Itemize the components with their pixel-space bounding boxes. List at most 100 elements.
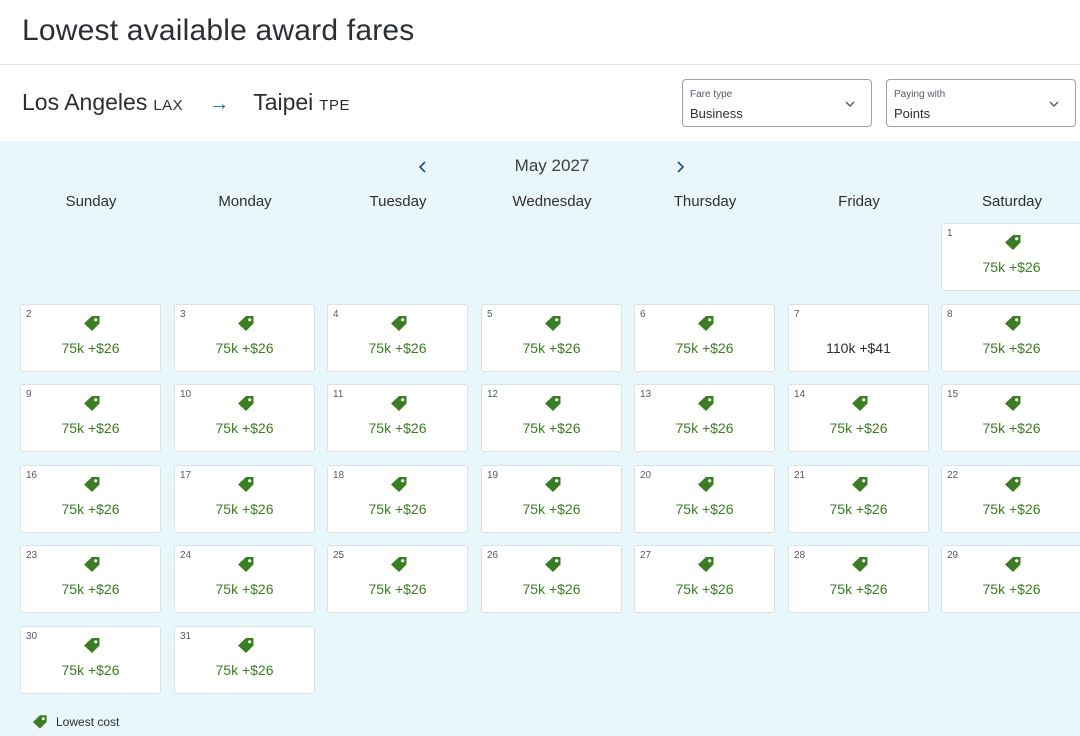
day-number: 31: [180, 631, 192, 642]
fare-price: 75k +$26: [829, 581, 888, 597]
calendar-day-cell[interactable]: 7 110k +$41: [788, 304, 929, 372]
price-tag-icon: [238, 477, 254, 492]
day-number: 10: [180, 389, 192, 400]
calendar-day-cell[interactable]: 14 75k +$26: [788, 384, 929, 452]
fare-price: 75k +$26: [982, 581, 1041, 597]
price-tag-icon: [698, 396, 714, 411]
price-tag-icon: [238, 396, 254, 411]
weekday-header: Tuesday: [369, 193, 427, 210]
calendar-day-cell[interactable]: 30 75k +$26: [20, 626, 161, 694]
previous-month-button[interactable]: [411, 155, 435, 179]
calendar-day-cell[interactable]: 5 75k +$26: [481, 304, 622, 372]
price-tag-icon: [545, 396, 561, 411]
destination-code: TPE: [319, 97, 350, 114]
fare-price: 75k +$26: [368, 340, 427, 356]
fare-price: 75k +$26: [215, 340, 274, 356]
calendar-day-cell[interactable]: 22 75k +$26: [941, 465, 1080, 533]
origin-city: Los Angeles: [22, 89, 148, 115]
price-tag-icon: [84, 638, 100, 653]
calendar-day-cell[interactable]: 11 75k +$26: [327, 384, 468, 452]
fare-price: 75k +$26: [982, 420, 1041, 436]
fare-price: 75k +$26: [522, 420, 581, 436]
day-number: 15: [947, 389, 959, 400]
day-number: 7: [794, 309, 800, 320]
next-month-button[interactable]: [668, 155, 692, 179]
weekday-header: Wednesday: [512, 193, 592, 210]
calendar-day-cell[interactable]: 2 75k +$26: [20, 304, 161, 372]
price-tag-icon: [391, 396, 407, 411]
price-tag-icon: [852, 396, 868, 411]
fare-price: 75k +$26: [61, 501, 120, 517]
fare-price: 75k +$26: [982, 501, 1041, 517]
fare-price: 75k +$26: [368, 581, 427, 597]
calendar-day-cell[interactable]: 4 75k +$26: [327, 304, 468, 372]
route-arrow-icon: →: [209, 93, 230, 115]
calendar-day-cell[interactable]: 8 75k +$26: [941, 304, 1080, 372]
fare-price: 75k +$26: [675, 420, 734, 436]
calendar-day-cell[interactable]: 16 75k +$26: [20, 465, 161, 533]
calendar-day-cell[interactable]: 13 75k +$26: [634, 384, 775, 452]
calendar-day-cell[interactable]: 19 75k +$26: [481, 465, 622, 533]
calendar-day-cell[interactable]: 3 75k +$26: [174, 304, 315, 372]
calendar-day-cell[interactable]: 25 75k +$26: [327, 545, 468, 613]
price-tag-icon: [698, 316, 714, 331]
price-tag-icon: [84, 477, 100, 492]
weekday-header: Monday: [218, 193, 272, 210]
fare-price: 75k +$26: [215, 581, 274, 597]
page-title: Lowest available award fares: [22, 14, 415, 47]
day-number: 9: [26, 389, 32, 400]
day-number: 23: [26, 550, 38, 561]
calendar-day-cell[interactable]: 15 75k +$26: [941, 384, 1080, 452]
chevron-down-icon: [1049, 101, 1059, 107]
calendar-day-cell[interactable]: 29 75k +$26: [941, 545, 1080, 613]
calendar-day-cell[interactable]: 10 75k +$26: [174, 384, 315, 452]
price-tag-icon: [391, 316, 407, 331]
price-tag-icon: [84, 396, 100, 411]
calendar-day-cell[interactable]: 28 75k +$26: [788, 545, 929, 613]
paying-with-select[interactable]: Paying with Points: [886, 79, 1076, 127]
calendar-day-cell[interactable]: 6 75k +$26: [634, 304, 775, 372]
calendar-day-cell[interactable]: 17 75k +$26: [174, 465, 315, 533]
price-tag-icon: [1005, 235, 1021, 250]
price-tag-icon: [852, 557, 868, 572]
price-tag-icon: [238, 638, 254, 653]
day-number: 29: [947, 550, 959, 561]
price-tag-icon: [545, 316, 561, 331]
calendar-day-cell[interactable]: 27 75k +$26: [634, 545, 775, 613]
day-number: 4: [333, 309, 339, 320]
calendar-day-cell[interactable]: 18 75k +$26: [327, 465, 468, 533]
fare-price: 75k +$26: [522, 581, 581, 597]
day-number: 27: [640, 550, 652, 561]
price-tag-icon: [238, 557, 254, 572]
day-number: 3: [180, 309, 186, 320]
fare-type-value: Business: [690, 106, 743, 121]
price-tag-icon: [545, 477, 561, 492]
day-number: 20: [640, 470, 652, 481]
calendar-day-cell[interactable]: 24 75k +$26: [174, 545, 315, 613]
day-number: 18: [333, 470, 345, 481]
day-number: 2: [26, 309, 32, 320]
calendar-day-cell[interactable]: 31 75k +$26: [174, 626, 315, 694]
calendar-day-cell[interactable]: 9 75k +$26: [20, 384, 161, 452]
day-number: 17: [180, 470, 192, 481]
calendar-day-cell[interactable]: 23 75k +$26: [20, 545, 161, 613]
fare-type-select[interactable]: Fare type Business: [682, 79, 872, 127]
paying-with-label: Paying with: [894, 89, 946, 100]
destination-city: Taipei: [253, 89, 314, 115]
price-tag-icon: [698, 477, 714, 492]
calendar-day-cell[interactable]: 26 75k +$26: [481, 545, 622, 613]
calendar-day-cell[interactable]: 12 75k +$26: [481, 384, 622, 452]
calendar-day-cell[interactable]: 21 75k +$26: [788, 465, 929, 533]
day-number: 16: [26, 470, 38, 481]
day-number: 13: [640, 389, 652, 400]
calendar-day-cell[interactable]: 1 75k +$26: [941, 223, 1080, 291]
legend-label: Lowest cost: [56, 714, 120, 729]
day-number: 24: [180, 550, 192, 561]
weekday-header: Sunday: [65, 193, 117, 210]
chevron-down-icon: [845, 101, 855, 107]
fare-price: 75k +$26: [829, 501, 888, 517]
fare-price: 75k +$26: [675, 501, 734, 517]
day-number: 21: [794, 470, 806, 481]
calendar-day-cell[interactable]: 20 75k +$26: [634, 465, 775, 533]
month-label: May 2027: [514, 156, 590, 175]
